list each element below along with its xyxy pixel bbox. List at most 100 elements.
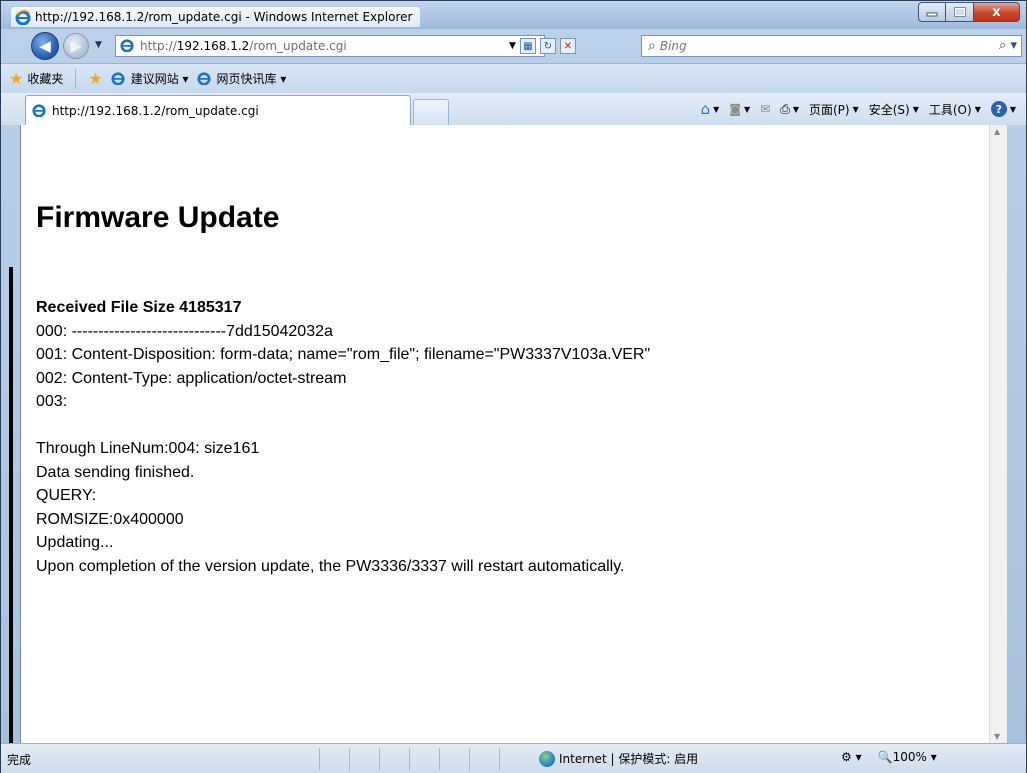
url-path: /rom_update.cgi: [249, 39, 347, 53]
history-dropdown-icon[interactable]: ▼: [95, 40, 102, 50]
address-tools: ▼ ▦ ↻ ✕: [509, 35, 576, 57]
ie-logo-icon: [15, 9, 31, 26]
minimize-button[interactable]: [918, 2, 946, 22]
chevron-down-icon: ▼: [912, 104, 919, 114]
minimize-icon: [926, 12, 938, 17]
mail-icon: ✉: [760, 102, 771, 116]
safety-menu-label: 安全(S): [868, 102, 910, 117]
back-arrow-icon: ◀: [39, 37, 51, 55]
refresh-icon[interactable]: ↻: [539, 38, 556, 54]
maximize-button[interactable]: [946, 2, 974, 22]
scroll-up-icon[interactable]: ▲: [994, 127, 1000, 136]
received-size: Received File Size 4185317: [36, 299, 242, 316]
chevron-down-icon: ▼: [852, 104, 859, 114]
new-tab-button[interactable]: [413, 99, 449, 125]
status-right: ⚙ ▾ 🔍100% ▾: [841, 750, 937, 764]
tools-menu-label: 工具(O): [928, 102, 972, 117]
log-line: 002: Content-Type: application/octet-str…: [36, 369, 347, 387]
home-button[interactable]: ⌂ ▼: [701, 100, 720, 118]
update-log: Received File Size 4185317 000: --------…: [36, 296, 650, 578]
vertical-scrollbar[interactable]: ▲ ▼: [989, 125, 1007, 743]
chevron-down-icon: ▼: [974, 104, 981, 114]
search-go-icon[interactable]: ⌕ ▾: [999, 38, 1017, 53]
log-line: Data sending finished.: [36, 463, 195, 481]
status-cell: [499, 748, 529, 770]
log-line: 003:: [36, 393, 68, 410]
favorites-button[interactable]: ★ 收藏夹: [9, 69, 63, 88]
back-button[interactable]: ◀: [31, 32, 59, 60]
browser-window: http://192.168.1.2/rom_update.cgi - Wind…: [0, 0, 1027, 773]
left-edge-bar: [9, 267, 13, 743]
close-icon: x: [992, 4, 1001, 20]
rss-icon: ◙: [729, 102, 741, 116]
status-cell: [469, 748, 499, 770]
tools-menu[interactable]: 工具(O) ▼: [929, 101, 981, 118]
page-icon: [120, 38, 136, 54]
mail-button[interactable]: ✉: [760, 102, 770, 116]
favorite-suggested-sites[interactable]: 建议网站 ▾: [111, 70, 189, 87]
search-box[interactable]: ⌕ Bing ⌕ ▾: [641, 35, 1022, 57]
favorite-web-slice[interactable]: 网页快讯库 ▾: [196, 70, 286, 87]
globe-icon: [539, 750, 555, 767]
scroll-down-icon[interactable]: ▼: [994, 732, 1000, 741]
forward-button[interactable]: ▶: [63, 33, 89, 59]
add-favorite-icon[interactable]: ★: [88, 69, 102, 88]
page-icon: [111, 71, 127, 87]
compatibility-view-icon[interactable]: ▦: [519, 38, 536, 54]
help-icon: ?: [990, 101, 1007, 117]
log-line: QUERY:: [36, 487, 97, 504]
log-line: 001: Content-Disposition: form-data; nam…: [36, 346, 651, 363]
chevron-down-icon: ▼: [713, 104, 720, 114]
command-buttons: ⌂ ▼ ◙ ▼ ✉ ⎙ ▼ 页面(P) ▼ 安全(S) ▼ 工具(O) ▼ ? ▼: [701, 100, 1016, 118]
command-bar: http://192.168.1.2/rom_update.cgi ⌂ ▼ ◙ ▼ …: [1, 93, 1026, 125]
log-line: Upon completion of the version update, t…: [36, 557, 625, 575]
chevron-down-icon: ▼: [792, 104, 799, 114]
bing-icon: ⌕: [648, 38, 656, 54]
zoom-control[interactable]: 🔍100% ▾: [878, 750, 937, 764]
title-bar: http://192.168.1.2/rom_update.cgi - Wind…: [1, 1, 1026, 29]
chevron-down-icon: ▼: [1009, 104, 1016, 114]
home-icon: ⌂: [700, 100, 711, 118]
chevron-down-icon: ▼: [743, 104, 751, 114]
help-button[interactable]: ? ▼: [990, 101, 1016, 117]
status-cells: [319, 748, 529, 770]
log-line: 000: -----------------------------7dd150…: [36, 322, 333, 340]
maximize-icon: [953, 7, 966, 17]
star-icon: ★: [9, 69, 24, 88]
forward-arrow-icon: ▶: [70, 37, 82, 55]
zone-label: Internet | 保护模式: 启用: [559, 752, 699, 766]
page-icon: [196, 71, 213, 87]
status-cell: [319, 748, 349, 770]
url-prefix: http://: [140, 39, 177, 53]
zoom-level: 100%: [892, 750, 927, 764]
status-cell: [409, 748, 439, 770]
pop-up-icon[interactable]: ⚙ ▾: [841, 750, 862, 764]
tab-title: http://192.168.1.2/rom_update.cgi: [52, 103, 259, 118]
status-bar: 完成 Internet | 保护模式: 启用 ⚙ ▾ 🔍100% ▾: [1, 743, 1026, 773]
favorites-bar: ★ 收藏夹 ★ 建议网站 ▾ 网页快讯库 ▾: [1, 63, 1026, 93]
address-bar[interactable]: http://192.168.1.2/rom_update.cgi: [115, 35, 545, 57]
tab-current[interactable]: http://192.168.1.2/rom_update.cgi: [25, 95, 411, 125]
status-cell: [349, 748, 379, 770]
log-line: Through LineNum:004: size161: [36, 440, 260, 457]
title-tab: http://192.168.1.2/rom_update.cgi - Wind…: [11, 7, 421, 27]
separator: [75, 68, 77, 89]
tab-page-icon: [32, 103, 48, 119]
close-button[interactable]: x: [974, 2, 1020, 22]
print-button[interactable]: ⎙ ▼: [780, 102, 799, 117]
stop-icon[interactable]: ✕: [559, 38, 576, 54]
favorites-label: 收藏夹: [27, 72, 64, 86]
status-cell: [379, 748, 409, 770]
address-row: ◀ ▶ ▼ http://192.168.1.2/rom_update.cgi …: [1, 29, 1026, 63]
address-dropdown-icon[interactable]: ▼: [509, 41, 516, 51]
printer-icon: ⎙: [780, 101, 790, 116]
security-zone[interactable]: Internet | 保护模式: 启用: [539, 750, 698, 767]
page-menu[interactable]: 页面(P) ▼: [809, 101, 859, 118]
feeds-button[interactable]: ◙ ▼: [729, 102, 750, 116]
log-line: Updating...: [36, 534, 114, 551]
page-title: Firmware Update: [36, 201, 280, 234]
safety-menu[interactable]: 安全(S) ▼: [869, 101, 919, 118]
favorite-label: 建议网站 ▾: [130, 72, 189, 86]
url-host: 192.168.1.2: [176, 39, 250, 53]
